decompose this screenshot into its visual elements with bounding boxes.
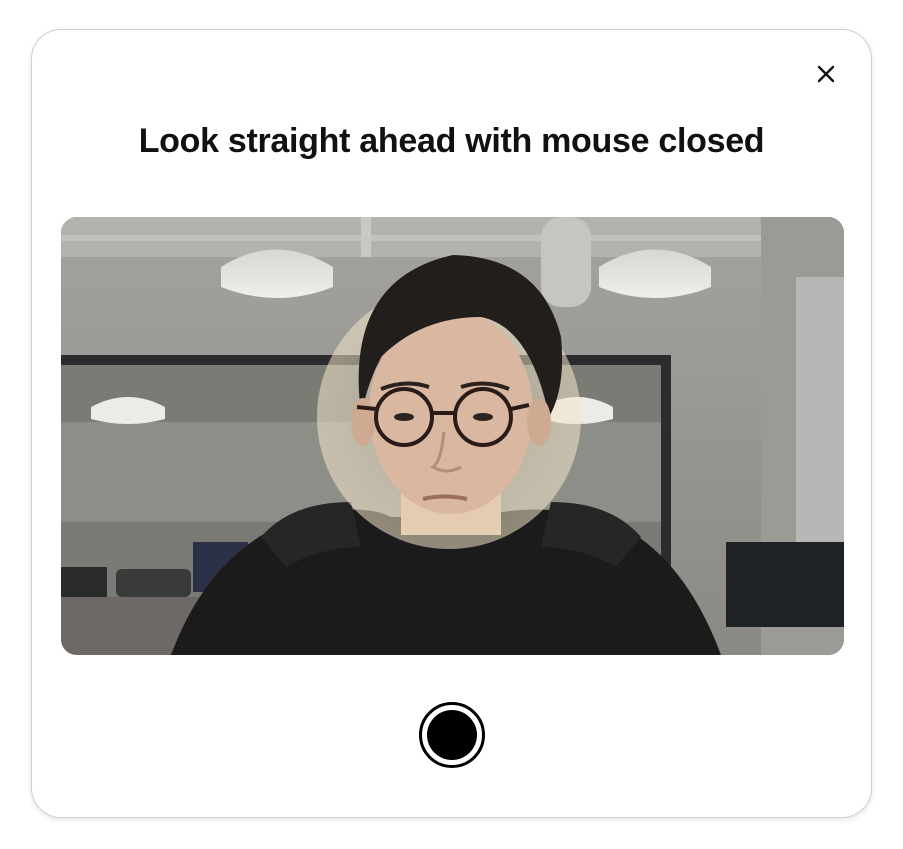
- capture-dialog: Look straight ahead with mouse closed: [31, 29, 872, 818]
- dialog-title: Look straight ahead with mouse closed: [138, 122, 765, 160]
- capture-button[interactable]: [419, 702, 485, 768]
- record-circle-icon: [427, 710, 477, 760]
- camera-feed-image: [61, 217, 844, 655]
- close-button[interactable]: [812, 60, 840, 88]
- close-icon: [817, 65, 835, 83]
- camera-preview: [61, 217, 844, 655]
